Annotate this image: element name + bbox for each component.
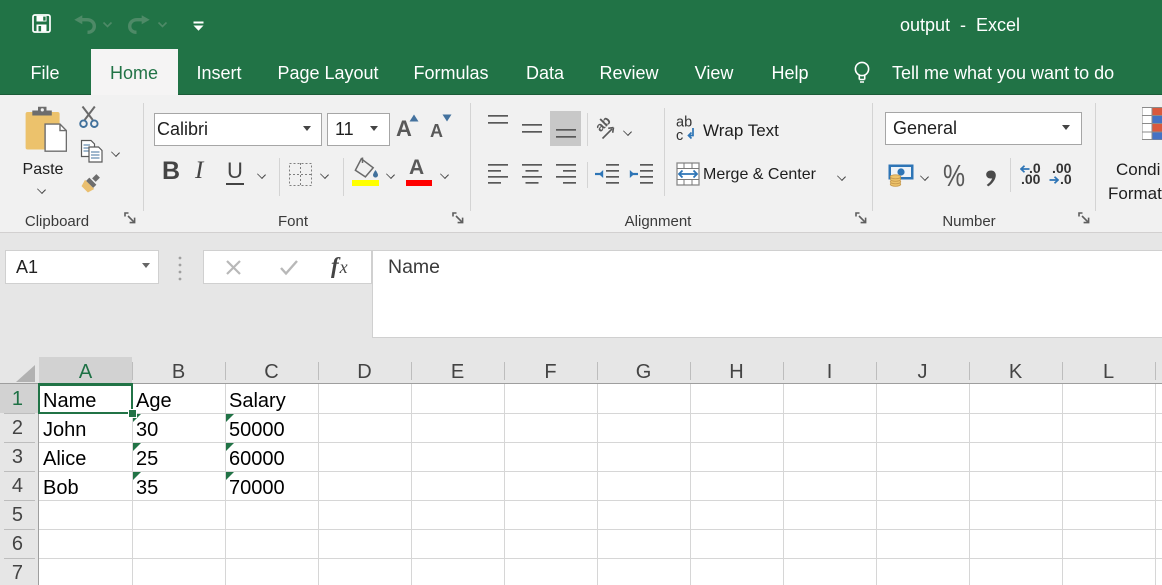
svg-text:c: c	[676, 128, 683, 142]
svg-text:ab: ab	[596, 116, 614, 135]
